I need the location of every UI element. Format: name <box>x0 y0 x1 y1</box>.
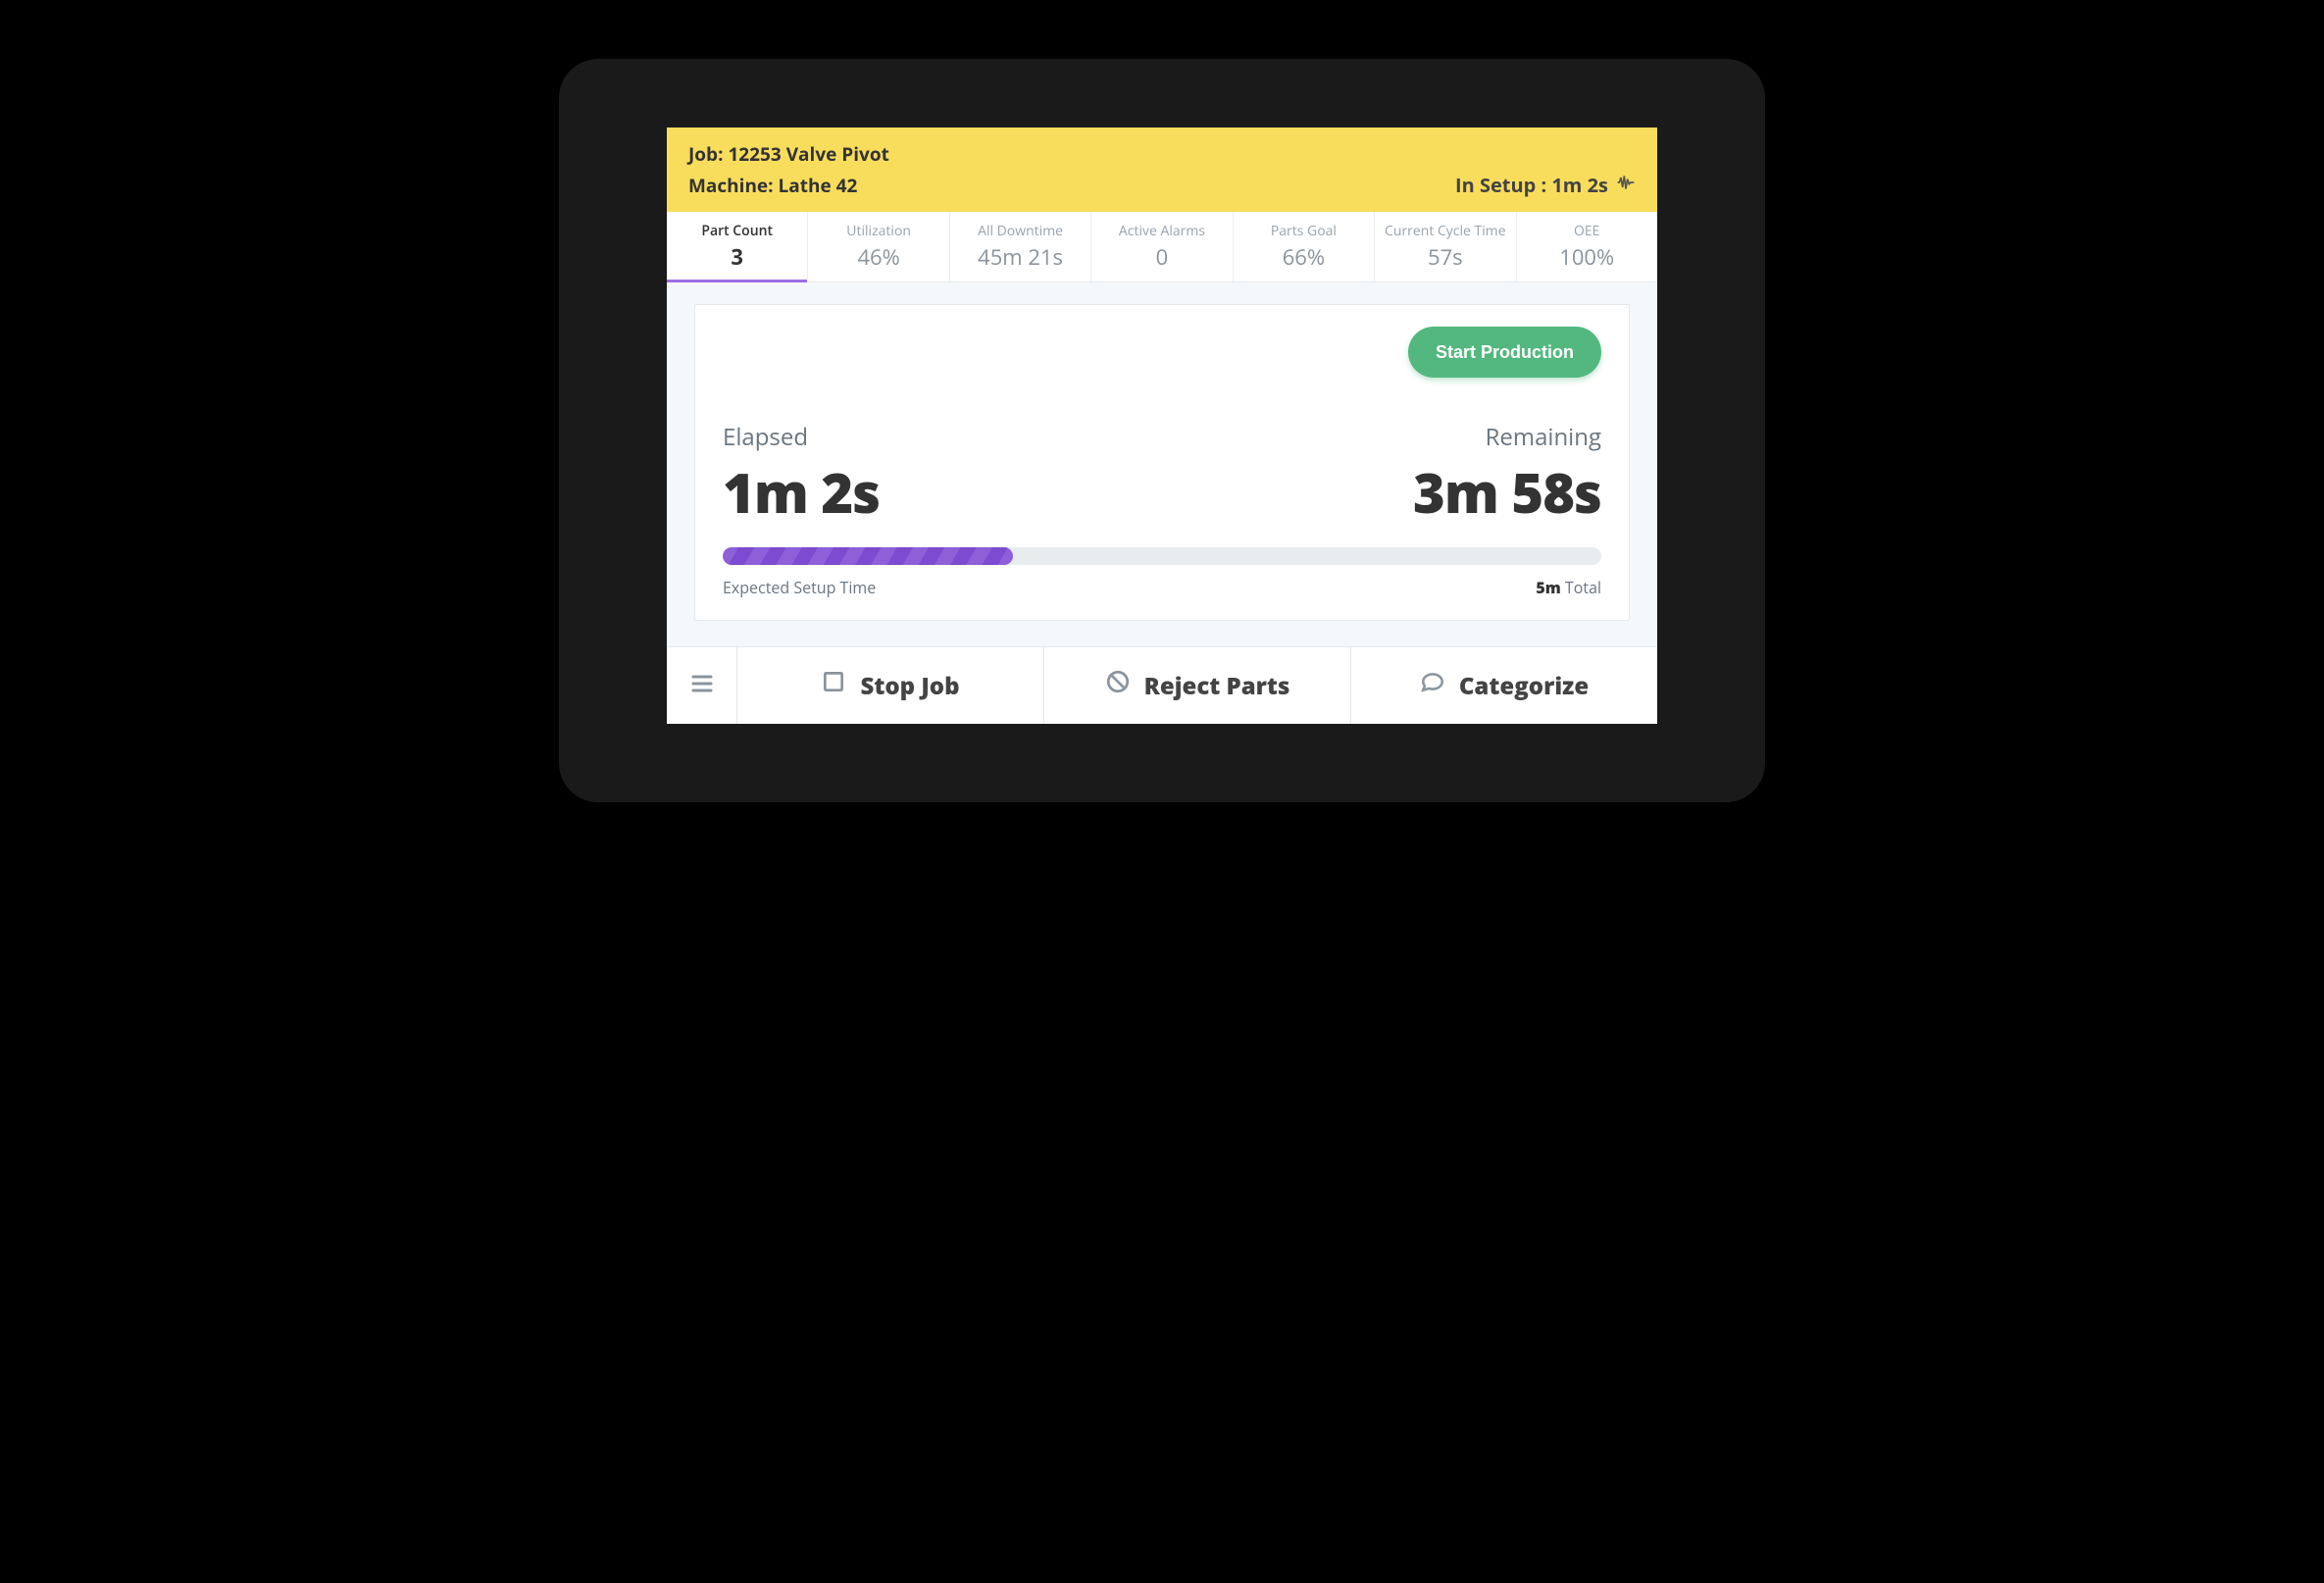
metric-value: 0 <box>1095 242 1228 272</box>
metric-label: Parts Goal <box>1238 222 1370 240</box>
job-line: Job: 12253 Valve Pivot <box>688 141 889 167</box>
metric-label: Current Cycle Time <box>1379 222 1511 240</box>
metric-label: Utilization <box>812 222 944 240</box>
elapsed-block: Elapsed 1m 2s <box>723 421 880 530</box>
start-production-button[interactable]: Start Production <box>1408 327 1601 378</box>
job-label: Job: <box>688 141 724 167</box>
metrics-row: Part Count 3 Utilization 46% All Downtime 45m… <box>667 212 1657 282</box>
reject-parts-label: Reject Parts <box>1144 670 1290 702</box>
actions-bar: Stop Job Reject Parts Categorize <box>667 646 1657 724</box>
job-value: 12253 Valve Pivot <box>728 141 888 167</box>
screen: Job: 12253 Valve Pivot Machine: Lathe 42… <box>667 128 1657 724</box>
total-value: 5m <box>1536 577 1560 598</box>
progress-caption: Expected Setup Time 5m Total <box>723 577 1601 598</box>
menu-button[interactable] <box>667 647 737 724</box>
remaining-block: Remaining 3m 58s <box>1413 421 1601 530</box>
no-entry-icon <box>1105 669 1131 702</box>
header-right: In Setup : 1m 2s <box>1455 172 1636 198</box>
categorize-button[interactable]: Categorize <box>1351 647 1657 724</box>
setup-card: Start Production Elapsed 1m 2s Remaining… <box>694 304 1630 621</box>
reject-parts-button[interactable]: Reject Parts <box>1044 647 1351 724</box>
status-text: In Setup : 1m 2s <box>1455 172 1608 198</box>
hamburger-icon <box>688 672 716 700</box>
metric-label: Part Count <box>671 222 803 240</box>
setup-progress-fill <box>723 547 1013 565</box>
metric-tab-active-alarms[interactable]: Active Alarms 0 <box>1091 212 1233 281</box>
metric-value: 3 <box>671 242 803 272</box>
total-label: Total <box>1565 577 1601 598</box>
machine-value: Lathe 42 <box>779 173 858 198</box>
elapsed-label: Elapsed <box>723 421 880 453</box>
metric-label: Active Alarms <box>1095 222 1228 240</box>
timers: Elapsed 1m 2s Remaining 3m 58s <box>723 421 1601 530</box>
total-time: 5m Total <box>1536 577 1601 598</box>
machine-label: Machine: <box>688 173 774 198</box>
metric-tab-parts-goal[interactable]: Parts Goal 66% <box>1234 212 1375 281</box>
machine-line: Machine: Lathe 42 <box>688 173 889 198</box>
remaining-label: Remaining <box>1486 421 1601 453</box>
metric-value: 57s <box>1379 242 1511 272</box>
expected-setup-label: Expected Setup Time <box>723 577 876 598</box>
setup-progress-bar <box>723 547 1601 565</box>
metric-tab-all-downtime[interactable]: All Downtime 45m 21s <box>950 212 1091 281</box>
stop-square-icon <box>821 669 846 702</box>
metric-tab-part-count[interactable]: Part Count 3 <box>667 212 808 281</box>
metric-tab-utilization[interactable]: Utilization 46% <box>808 212 949 281</box>
stop-job-label: Stop Job <box>860 670 959 702</box>
metric-value: 45m 21s <box>954 242 1086 272</box>
metric-tab-current-cycle-time[interactable]: Current Cycle Time 57s <box>1375 212 1516 281</box>
metric-label: OEE <box>1521 222 1653 240</box>
metric-value: 100% <box>1521 242 1653 272</box>
header-left: Job: 12253 Valve Pivot Machine: Lathe 42 <box>688 141 889 198</box>
metric-value: 46% <box>812 242 944 272</box>
activity-wave-icon <box>1616 172 1636 198</box>
elapsed-value: 1m 2s <box>723 455 880 530</box>
stop-job-button[interactable]: Stop Job <box>737 647 1044 724</box>
metric-tab-oee[interactable]: OEE 100% <box>1517 212 1657 281</box>
main-area: Start Production Elapsed 1m 2s Remaining… <box>667 282 1657 629</box>
progress-wrap: Expected Setup Time 5m Total <box>723 547 1601 598</box>
status-header: Job: 12253 Valve Pivot Machine: Lathe 42… <box>667 128 1657 212</box>
tablet-frame: Job: 12253 Valve Pivot Machine: Lathe 42… <box>559 59 1765 802</box>
remaining-value: 3m 58s <box>1413 455 1601 530</box>
categorize-label: Categorize <box>1459 670 1589 702</box>
metric-value: 66% <box>1238 242 1370 272</box>
speech-bubble-icon <box>1420 669 1445 702</box>
metric-label: All Downtime <box>954 222 1086 240</box>
